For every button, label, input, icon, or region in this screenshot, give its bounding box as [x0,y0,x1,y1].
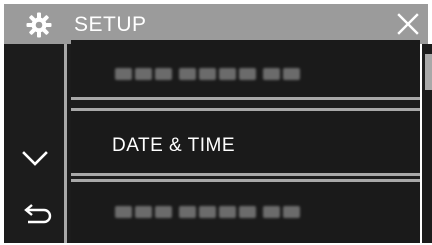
menu-item-obscured-2[interactable] [71,179,420,243]
obscured-label [115,68,300,80]
title-bar: SETUP [4,4,428,44]
page-title: SETUP [74,13,147,36]
scrollbar[interactable] [422,44,432,243]
left-nav-panel [4,44,64,243]
close-icon[interactable] [396,12,420,36]
obscured-label [115,206,300,218]
menu-item-label: DATE & TIME [112,135,236,156]
chevron-down-icon[interactable] [20,146,50,170]
gear-icon [26,12,52,38]
menu-item-date-time[interactable]: DATE & TIME [71,108,420,176]
menu-item-obscured-1[interactable] [71,40,420,100]
scrollbar-thumb[interactable] [425,54,432,90]
return-arrow-icon[interactable] [20,200,54,234]
setup-menu-list: DATE & TIME [64,40,420,243]
